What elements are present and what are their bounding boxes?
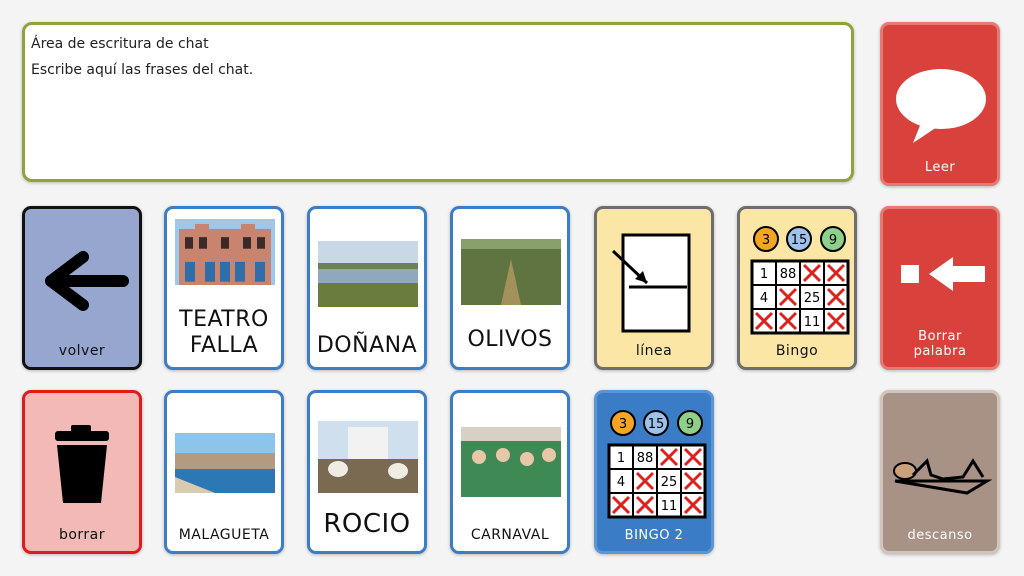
svg-text:11: 11 (804, 315, 821, 330)
svg-text:15: 15 (791, 233, 808, 248)
chat-placeholder: Escribe aquí las frases del chat. (31, 62, 254, 78)
svg-text:9: 9 (686, 417, 694, 432)
leer-label: Leer (924, 160, 956, 175)
bingo-card-icon: 3 15 9 1 88 4 25 11 (750, 226, 850, 335)
line-icon (611, 233, 691, 333)
borrar-label: borrar (58, 527, 106, 543)
svg-text:3: 3 (762, 233, 770, 248)
borrar-palabra-button[interactable]: Borrar palabra (880, 206, 1000, 370)
donana-label: DOÑANA (316, 333, 418, 358)
teatro-falla-label: TEATRO FALLA (179, 307, 269, 358)
svg-text:11: 11 (661, 499, 678, 514)
malagueta-button[interactable]: MALAGUETA (164, 390, 284, 554)
leer-button[interactable]: Leer (880, 22, 1000, 186)
chat-title: Área de escritura de chat (31, 36, 209, 52)
volver-button[interactable]: volver (22, 206, 142, 370)
carnaval-label: CARNAVAL (470, 527, 550, 543)
borrar-palabra-label: Borrar palabra (913, 329, 967, 359)
svg-text:4: 4 (760, 291, 768, 306)
bingo-label: Bingo (775, 343, 819, 359)
svg-text:4: 4 (617, 475, 625, 490)
bingo2-button[interactable]: 3 15 9 1 88 4 25 11 BINGO 2 (594, 390, 714, 554)
svg-text:25: 25 (804, 291, 821, 306)
svg-text:9: 9 (829, 233, 837, 248)
linea-label: línea (635, 343, 673, 359)
bingo-button[interactable]: 3 15 9 1 88 4 25 11 Bingo (737, 206, 857, 370)
backspace-icon (901, 257, 985, 291)
rocio-button[interactable]: ROCIO (307, 390, 427, 554)
rocio-label: ROCIO (323, 509, 411, 539)
svg-text:88: 88 (780, 267, 797, 282)
speech-bubble-icon (896, 69, 986, 143)
borrar-button[interactable]: borrar (22, 390, 142, 554)
carnaval-photo (461, 427, 561, 497)
bingo-card-icon: 3 15 9 1 88 4 25 11 (607, 410, 707, 519)
arrow-left-icon (45, 251, 129, 311)
donana-photo (318, 241, 418, 307)
svg-text:1: 1 (617, 451, 625, 466)
svg-text:88: 88 (637, 451, 654, 466)
volver-label: volver (58, 343, 106, 359)
descanso-label: descanso (907, 528, 973, 543)
olivos-photo (461, 239, 561, 305)
olivos-label: OLIVOS (467, 327, 553, 352)
linea-button[interactable]: línea (594, 206, 714, 370)
malagueta-label: MALAGUETA (178, 527, 270, 543)
descanso-button[interactable]: descanso (880, 390, 1000, 554)
malagueta-photo (175, 433, 275, 493)
resting-person-icon (893, 458, 993, 495)
svg-text:25: 25 (661, 475, 678, 490)
teatro-falla-button[interactable]: TEATRO FALLA (164, 206, 284, 370)
olivos-button[interactable]: OLIVOS (450, 206, 570, 370)
svg-text:3: 3 (619, 417, 627, 432)
carnaval-button[interactable]: CARNAVAL (450, 390, 570, 554)
trash-can-icon (55, 425, 109, 503)
svg-text:1: 1 (760, 267, 768, 282)
svg-text:15: 15 (648, 417, 665, 432)
teatro-falla-photo (175, 219, 275, 285)
bingo2-label: BINGO 2 (624, 528, 684, 543)
rocio-photo (318, 421, 418, 493)
chat-input-area[interactable]: Área de escritura de chat Escribe aquí l… (22, 22, 854, 182)
donana-button[interactable]: DOÑANA (307, 206, 427, 370)
